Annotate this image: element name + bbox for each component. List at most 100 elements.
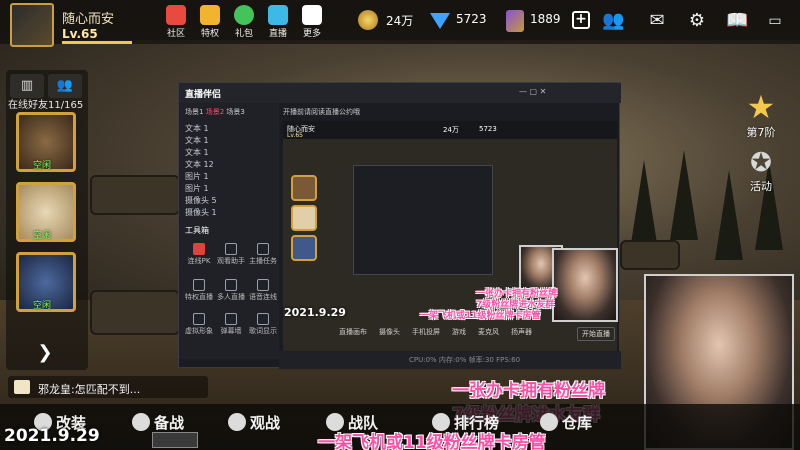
rank-star-icon[interactable]: ★	[744, 90, 778, 124]
event-star-icon[interactable]: ✪	[744, 146, 778, 180]
facecam-small	[552, 248, 618, 322]
camera-button[interactable]: 摄像头	[379, 327, 400, 337]
toolbox-label: 工具箱	[185, 226, 209, 235]
rank-label: 第7阶	[746, 126, 776, 139]
scene-tabs[interactable]: 场景1 场景2 场景3	[185, 107, 245, 117]
mic-button[interactable]: 麦克风	[478, 327, 499, 337]
player-level: Lv.65	[62, 27, 98, 41]
online-friends-count: 在线好友11/165	[8, 100, 84, 111]
taskbar-item[interactable]	[152, 432, 198, 448]
privilege-tool[interactable]: 特权直播	[185, 279, 213, 302]
voice-icon	[257, 279, 269, 291]
watch-icon	[225, 243, 237, 255]
overlay-line1: 一张办卡拥有粉丝牌	[452, 381, 605, 401]
skull-icon	[132, 413, 150, 431]
gear-icon[interactable]: ⚙	[686, 10, 708, 32]
crown-icon	[200, 5, 220, 25]
danmaku-icon	[225, 313, 237, 325]
nav-spectate-button[interactable]: 观战	[228, 412, 280, 433]
battery-icon: ▭	[768, 13, 782, 29]
nav-privilege-button[interactable]: 特权	[196, 5, 224, 39]
nav-live-button[interactable]: 直播	[264, 5, 292, 39]
nav-storage-button[interactable]: 仓库	[540, 412, 592, 433]
overlay-line3-small: 一架飞机或11级粉丝牌卡房管	[420, 311, 541, 321]
friend-avatar[interactable]: 空闲	[16, 182, 76, 242]
nav-prepare-button[interactable]: 备战	[132, 412, 184, 433]
friend-avatar[interactable]: 空闲	[16, 252, 76, 312]
lyrics-icon	[257, 313, 269, 325]
tree	[630, 160, 658, 250]
phone-cast-button[interactable]: 手机投屏	[412, 327, 440, 337]
friends-tab[interactable]: 👥	[48, 74, 82, 98]
nav-community-button[interactable]: 社区	[162, 5, 190, 39]
layer-item[interactable]: 图片 1	[185, 171, 209, 182]
nav-gift-button[interactable]: 礼包	[230, 5, 258, 39]
layer-item[interactable]: 文本 1	[185, 147, 209, 158]
stats-text: CPU:0% 内存:0% 帧率:30 FPS:60	[409, 356, 521, 364]
multi-icon	[225, 279, 237, 291]
ranking-tab[interactable]: ▥	[10, 74, 44, 98]
notice-text: 开播前请阅读直播公约哦	[283, 108, 360, 116]
star-icon	[228, 413, 246, 431]
friends-icon[interactable]: 👥	[602, 10, 624, 32]
gift-chat-icon	[234, 5, 254, 25]
player-nickname: 随心而安	[62, 12, 115, 27]
tree	[670, 150, 698, 240]
layer-item[interactable]: 文本 1	[185, 123, 209, 134]
tank-image	[620, 240, 680, 270]
chat-icon[interactable]	[14, 380, 30, 394]
nav-more-button[interactable]: 更多	[298, 5, 326, 39]
preview-friend-avatar	[291, 205, 317, 231]
multi-live-tool[interactable]: 多人直播	[217, 279, 245, 302]
window-controls[interactable]: — ▢ ✕	[519, 87, 546, 96]
broadcast-titlebar	[179, 83, 621, 103]
watch-helper-tool[interactable]: 观看助手	[217, 243, 245, 266]
overlay-date: 2021.9.29	[4, 426, 100, 446]
event-label: 活动	[750, 180, 772, 193]
task-icon	[257, 243, 269, 255]
expand-arrow-icon[interactable]: ❯	[34, 342, 56, 364]
speaker-button[interactable]: 扬声器	[511, 327, 532, 337]
player-avatar[interactable]	[10, 3, 54, 47]
ticket-amount: 1889	[530, 12, 561, 26]
diamond-icon	[430, 13, 450, 29]
danmaku-tool[interactable]: 弹幕墙	[217, 313, 245, 336]
layer-item[interactable]: 摄像头 5	[185, 195, 217, 206]
bottom-toolbar: 直播画布 摄像头 手机投屏 游戏 麦克风 扬声器	[339, 327, 532, 337]
go-live-button[interactable]: 开始直播	[577, 327, 615, 341]
gold-coin-icon	[358, 10, 378, 30]
grid-icon	[302, 5, 322, 25]
preview-friend-avatar	[291, 235, 317, 261]
preview-level: Lv.65	[287, 132, 303, 139]
tank-image	[90, 290, 180, 335]
pk-icon	[193, 243, 205, 255]
voice-tool[interactable]: 语音连线	[249, 279, 277, 302]
add-currency-button[interactable]: +	[572, 11, 590, 29]
pk-tool[interactable]: 连线PK	[185, 243, 213, 266]
book-icon[interactable]: 📖	[726, 10, 748, 32]
preview-gold: 24万	[443, 126, 459, 134]
privilege-icon	[193, 279, 205, 291]
task-tool[interactable]: 主播任务	[249, 243, 277, 266]
lyrics-tool[interactable]: 歌词显示	[249, 313, 277, 336]
play-icon	[268, 5, 288, 25]
broadcast-app-name: 直播伴侣	[185, 90, 222, 100]
layer-item[interactable]: 摄像头 1	[185, 207, 217, 218]
avatar-icon	[193, 313, 205, 325]
avatar-tool[interactable]: 虚拟形象	[185, 313, 213, 336]
overlay-line3: 一架飞机或11级粉丝牌卡房管	[318, 433, 546, 450]
gold-amount: 24万	[386, 14, 414, 28]
diamond-amount: 5723	[456, 12, 487, 26]
level-progress-bar	[62, 41, 132, 44]
mail-icon[interactable]: ✉	[646, 10, 668, 32]
layer-item[interactable]: 文本 12	[185, 159, 214, 170]
layer-item[interactable]: 图片 1	[185, 183, 209, 194]
ticket-icon	[506, 10, 524, 32]
game-button[interactable]: 游戏	[452, 327, 466, 337]
canvas-button[interactable]: 直播画布	[339, 327, 367, 337]
preview-diamonds: 5723	[479, 125, 497, 133]
friend-avatar[interactable]: 空闲	[16, 112, 76, 172]
layer-item[interactable]: 文本 1	[185, 135, 209, 146]
preview-friend-avatar	[291, 175, 317, 201]
overlay-date-small: 2021.9.29	[284, 306, 346, 319]
